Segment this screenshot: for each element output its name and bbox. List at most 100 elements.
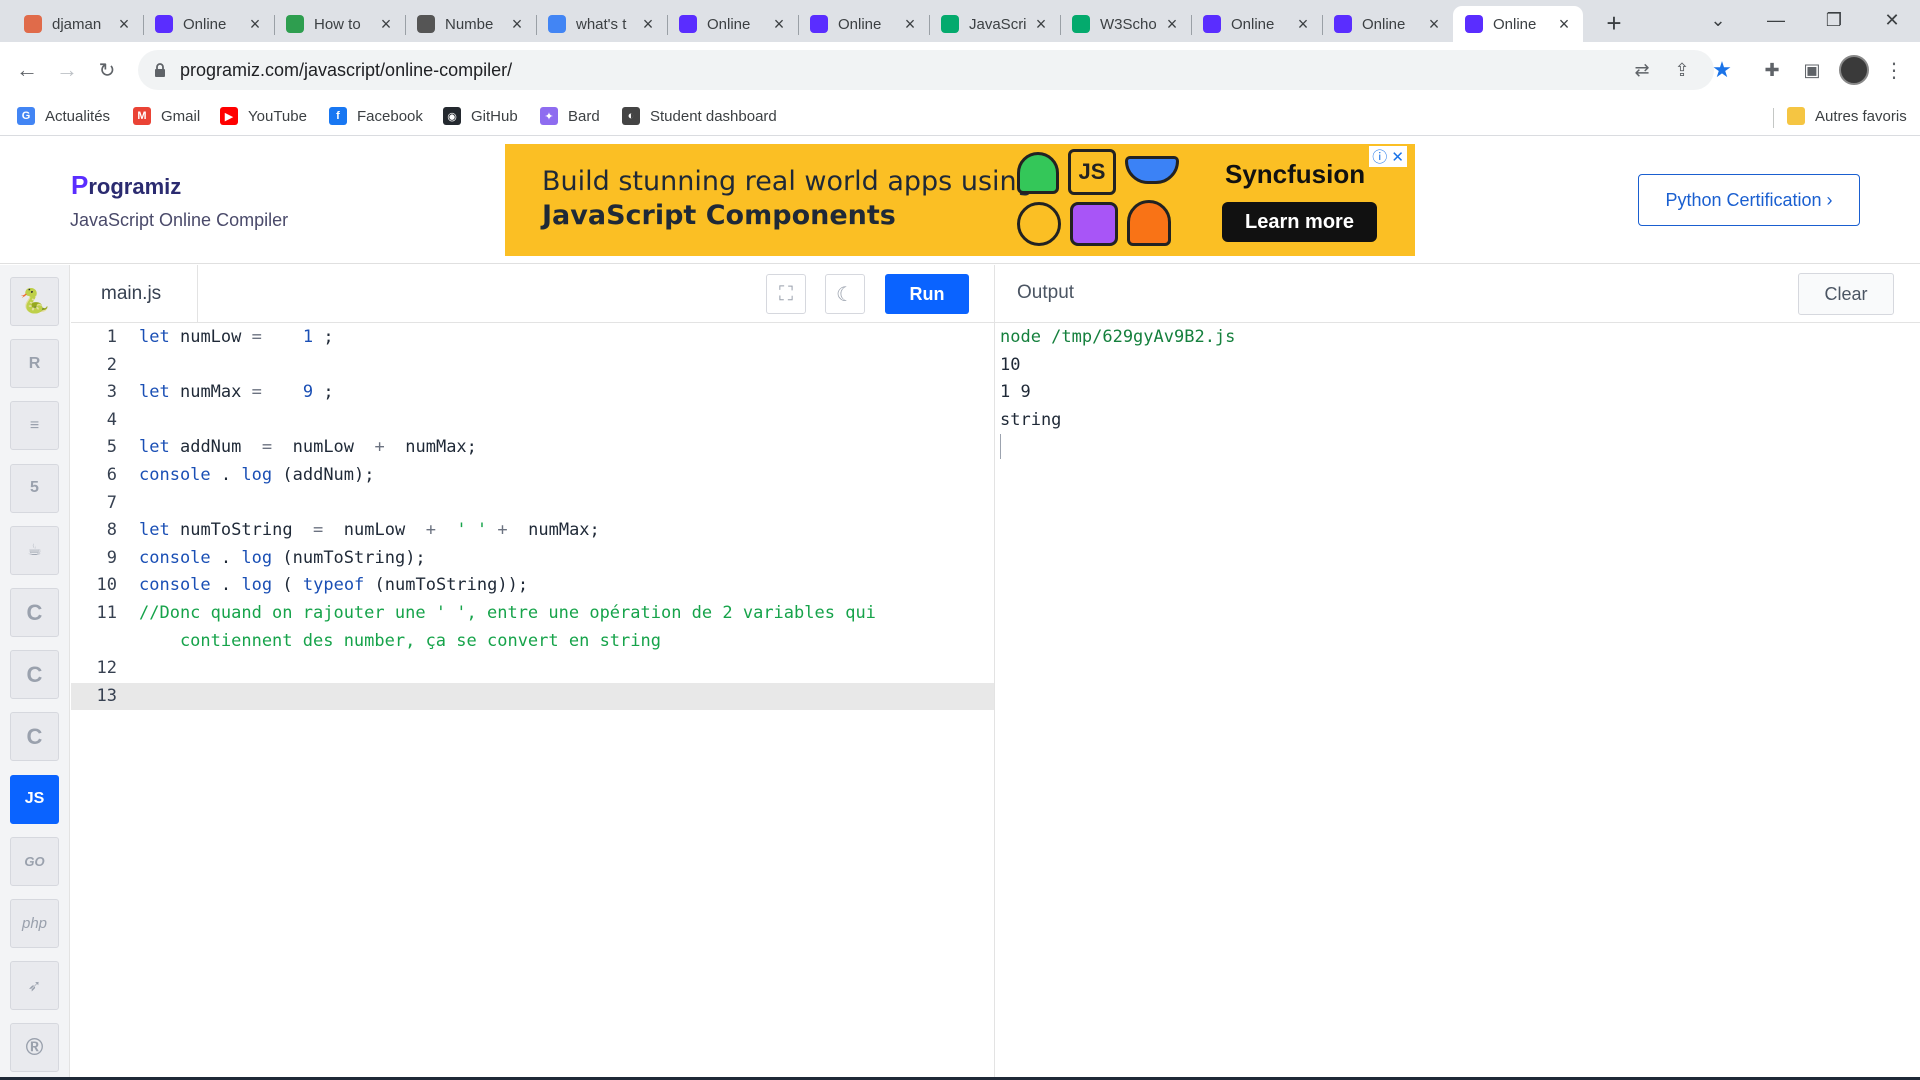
other-bookmarks[interactable]: Autres favoris bbox=[1787, 107, 1907, 125]
programiz-logo[interactable]: Programiz bbox=[71, 170, 181, 201]
minimize-button[interactable]: — bbox=[1748, 0, 1804, 40]
reload-icon[interactable]: ↻ bbox=[91, 54, 123, 86]
cpp-icon[interactable]: C bbox=[10, 650, 59, 700]
restore-button[interactable]: ❐ bbox=[1806, 0, 1862, 40]
output-command-line: node /tmp/629gyAv9B2.js bbox=[1000, 327, 1236, 347]
close-tab-icon[interactable]: × bbox=[115, 14, 133, 35]
close-tab-icon[interactable]: × bbox=[508, 14, 526, 35]
browser-tab[interactable]: Online × bbox=[1453, 6, 1583, 42]
code-line[interactable]: 4 bbox=[71, 407, 994, 434]
csharp-icon[interactable]: C bbox=[10, 712, 59, 762]
current-code-line[interactable]: 13 bbox=[71, 682, 994, 710]
address-bar[interactable]: programiz.com/javascript/online-compiler… bbox=[138, 50, 1714, 90]
side-panel-icon[interactable]: ▣ bbox=[1796, 54, 1828, 86]
browser-tab[interactable]: djaman × bbox=[12, 6, 144, 42]
address-toolbar: ← → ↻ programiz.com/javascript/online-co… bbox=[0, 42, 1920, 98]
code-line[interactable]: 11 //Donc quand on rajouter une ' ', entr… bbox=[71, 600, 994, 627]
code-line[interactable]: 2 bbox=[71, 352, 994, 379]
new-tab-button[interactable]: + bbox=[1598, 8, 1630, 40]
bookmarks-bar: Autres favoris G Actualités M Gmail ▶ YouTube… bbox=[0, 98, 1920, 136]
r-icon[interactable]: R bbox=[10, 339, 59, 389]
output-console[interactable]: node /tmp/629gyAv9B2.js 10 1 9 string bbox=[1000, 324, 1910, 1064]
close-tab-icon[interactable]: × bbox=[770, 14, 788, 35]
code-line[interactable]: 12 bbox=[71, 655, 994, 682]
code-line[interactable]: 8 let numToString = numLow + ' ' + numMax… bbox=[71, 517, 994, 544]
browser-tab[interactable]: what's t × bbox=[536, 6, 668, 42]
line-number: 2 bbox=[106, 354, 117, 375]
code-token: (numToString)); bbox=[374, 575, 529, 596]
line-number: 3 bbox=[106, 382, 117, 403]
c-icon[interactable]: C bbox=[10, 588, 59, 637]
bookmark-item[interactable]: f Facebook bbox=[329, 107, 423, 125]
browser-tab[interactable]: Numbe × bbox=[405, 6, 537, 42]
code-line[interactable]: 5 let addNum = numLow + numMax; bbox=[71, 434, 994, 461]
code-line[interactable]: 3 let numMax = 9 ; bbox=[71, 379, 994, 406]
ad-banner[interactable]: Build stunning real world apps using Jav… bbox=[505, 144, 1415, 256]
browser-tab[interactable]: Online × bbox=[1191, 6, 1323, 42]
tab-search-icon[interactable]: ⌄ bbox=[1690, 0, 1746, 40]
run-button[interactable]: Run bbox=[885, 274, 969, 314]
close-tab-icon[interactable]: × bbox=[1163, 14, 1181, 35]
bookmark-item[interactable]: ◐ Student dashboard bbox=[622, 107, 777, 125]
java-icon[interactable]: ☕ bbox=[10, 525, 59, 575]
panel-divider[interactable] bbox=[994, 265, 995, 1080]
bookmark-item[interactable]: G Actualités bbox=[17, 107, 110, 125]
close-tab-icon[interactable]: × bbox=[1032, 14, 1050, 35]
rust-icon[interactable]: ® bbox=[10, 1023, 59, 1073]
close-tab-icon[interactable]: × bbox=[639, 14, 657, 35]
file-tab-main-js[interactable]: main.js bbox=[71, 265, 198, 323]
code-editor[interactable]: 1 let numLow = 1 ; 2 3 let numMax = 9 ; 45l… bbox=[71, 324, 994, 1080]
learn-more-button[interactable]: Learn more bbox=[1222, 202, 1377, 242]
close-tab-icon[interactable]: × bbox=[1294, 14, 1312, 35]
close-tab-icon[interactable]: × bbox=[377, 14, 395, 35]
code-line[interactable]: contiennent des number, ça se convert en… bbox=[71, 628, 994, 655]
profile-avatar[interactable] bbox=[1839, 55, 1869, 85]
code-line[interactable]: 10 console . log ( typeof (numToString)); bbox=[71, 572, 994, 599]
browser-tab[interactable]: Online × bbox=[143, 6, 275, 42]
dark-mode-moon-icon[interactable]: ☾ bbox=[825, 274, 865, 314]
bookmark-item[interactable]: ◉ GitHub bbox=[443, 107, 518, 125]
close-tab-icon[interactable]: × bbox=[1425, 14, 1443, 35]
url-text[interactable]: programiz.com/javascript/online-compiler… bbox=[180, 60, 512, 81]
swift-icon[interactable]: ➶ bbox=[10, 961, 59, 1011]
code-line[interactable]: 6 console . log (addNum); bbox=[71, 462, 994, 489]
code-text: //Donc quand on rajouter une ' ', entre … bbox=[139, 600, 886, 627]
python-certification-button[interactable]: Python Certification › bbox=[1638, 174, 1860, 226]
bookmark-item[interactable]: ✦ Bard bbox=[540, 107, 600, 125]
translate-icon[interactable]: ⇄ bbox=[1626, 54, 1658, 86]
extensions-icon[interactable]: ✚ bbox=[1756, 54, 1788, 86]
php-icon[interactable]: php bbox=[10, 899, 59, 948]
bookmark-item[interactable]: ▶ YouTube bbox=[220, 107, 307, 125]
clear-button[interactable]: Clear bbox=[1798, 273, 1894, 315]
ad-info-close-icon[interactable]: ⓘ ✕ bbox=[1369, 146, 1407, 167]
go-icon[interactable]: GO bbox=[10, 836, 59, 886]
javascript-icon[interactable]: JS bbox=[10, 774, 59, 824]
close-tab-icon[interactable]: × bbox=[901, 14, 919, 35]
python-icon[interactable]: 🐍 bbox=[10, 277, 59, 326]
share-icon[interactable]: ⇪ bbox=[1666, 54, 1698, 86]
browser-tab[interactable]: How to × bbox=[274, 6, 406, 42]
database-icon[interactable]: ≡ bbox=[10, 401, 59, 451]
code-line[interactable]: 1 let numLow = 1 ; bbox=[71, 324, 994, 351]
close-window-button[interactable]: ✕ bbox=[1864, 0, 1920, 40]
menu-kebab-icon[interactable]: ⋮ bbox=[1878, 54, 1910, 86]
close-tab-icon[interactable]: × bbox=[1555, 14, 1573, 35]
code-token: . bbox=[220, 575, 232, 596]
forward-icon[interactable]: → bbox=[51, 54, 83, 86]
bookmark-star-icon[interactable]: ★ bbox=[1706, 54, 1738, 86]
code-token: ( bbox=[282, 575, 293, 596]
html5-icon[interactable]: 5 bbox=[10, 463, 59, 513]
fullscreen-icon[interactable]: ⛶ bbox=[766, 274, 806, 314]
close-tab-icon[interactable]: × bbox=[246, 14, 264, 35]
browser-tab[interactable]: W3Scho × bbox=[1060, 6, 1192, 42]
browser-tab[interactable]: Online × bbox=[1322, 6, 1454, 42]
tab-title: Online bbox=[707, 15, 751, 33]
code-line[interactable]: 9 console . log (numToString); bbox=[71, 545, 994, 572]
code-line[interactable]: 7 bbox=[71, 490, 994, 517]
browser-tab[interactable]: JavaScri × bbox=[929, 6, 1061, 42]
browser-tab[interactable]: Online × bbox=[667, 6, 799, 42]
back-icon[interactable]: ← bbox=[11, 54, 43, 86]
bookmark-item[interactable]: M Gmail bbox=[133, 107, 200, 125]
browser-tab[interactable]: Online × bbox=[798, 6, 930, 42]
line-number: 10 bbox=[96, 575, 117, 596]
